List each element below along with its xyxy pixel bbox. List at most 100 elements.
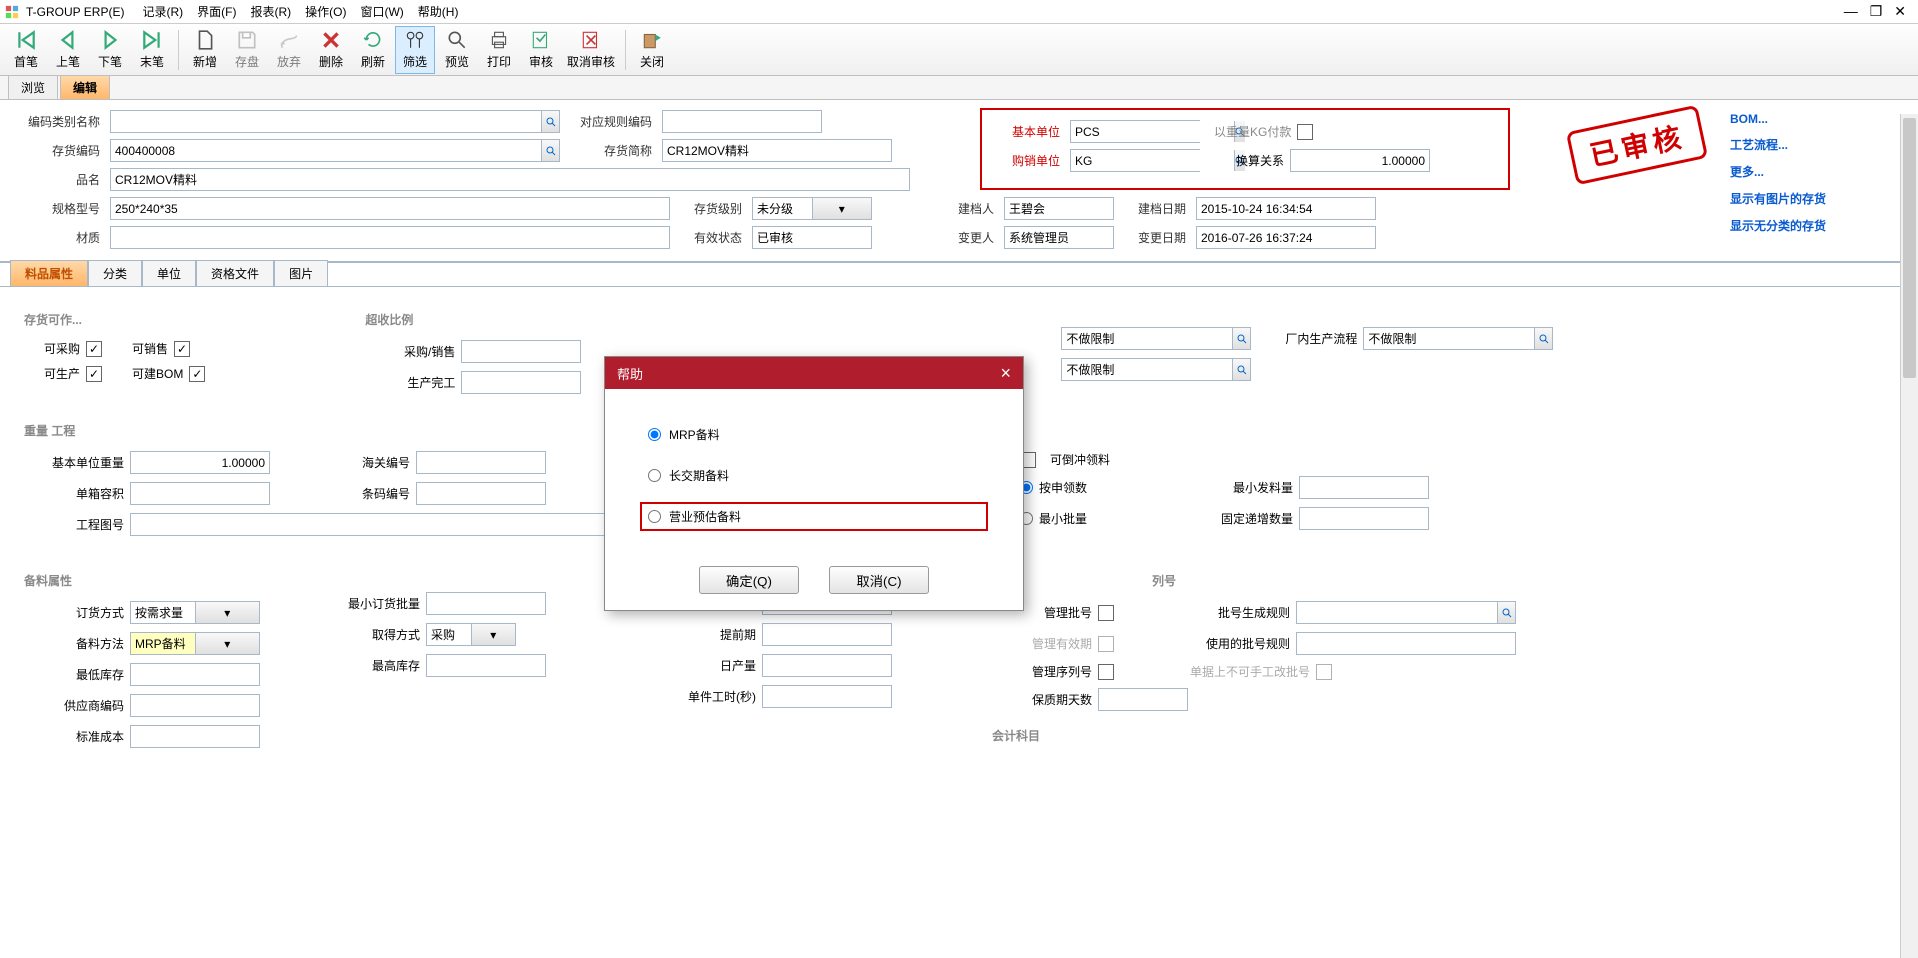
lookup-icon[interactable] [541, 140, 559, 161]
radio-sales-forecast[interactable] [648, 510, 661, 523]
manage-serial-checkbox[interactable] [1098, 664, 1114, 680]
lookup-icon[interactable] [1497, 602, 1515, 623]
code-category-label: 编码类别名称 [14, 113, 104, 130]
tool-first[interactable]: 首笔 [6, 26, 46, 74]
code-category-input[interactable] [110, 110, 560, 133]
tool-discard[interactable]: 放弃 [269, 26, 309, 74]
used-batch-rule-input[interactable] [1296, 632, 1516, 655]
radio-mrp[interactable] [648, 428, 661, 441]
unit-time-input[interactable] [762, 685, 892, 708]
lookup-icon[interactable] [541, 111, 559, 132]
convert-input[interactable] [1290, 149, 1430, 172]
link-more[interactable]: 更多... [1730, 163, 1826, 180]
limit2-input[interactable] [1061, 358, 1251, 381]
fixed-incr-input[interactable] [1299, 507, 1429, 530]
supplier-code-input[interactable] [130, 694, 260, 717]
pay-by-weight-checkbox[interactable] [1297, 124, 1313, 140]
tool-unapprove[interactable]: 取消审核 [563, 26, 619, 74]
link-no-category[interactable]: 显示无分类的存货 [1730, 217, 1826, 234]
min-stock-input[interactable] [130, 663, 260, 686]
menu-window[interactable]: 窗口(W) [354, 1, 409, 22]
no-manual-batch-checkbox[interactable] [1316, 664, 1332, 680]
tool-print[interactable]: 打印 [479, 26, 519, 74]
link-bom[interactable]: BOM... [1730, 112, 1826, 126]
detail-tab-unit[interactable]: 单位 [142, 260, 196, 286]
detail-tab-category[interactable]: 分类 [88, 260, 142, 286]
lookup-icon[interactable] [1232, 328, 1250, 349]
stock-method-select[interactable]: MRP备料▾ [130, 632, 260, 655]
menu-help[interactable]: 帮助(H) [412, 1, 465, 22]
close-window-icon[interactable]: ✕ [1894, 3, 1906, 20]
limit1-input[interactable] [1061, 327, 1251, 350]
acquire-select[interactable]: 采购▾ [426, 623, 516, 646]
lead-time-input[interactable] [762, 623, 892, 646]
manage-validity-checkbox[interactable] [1098, 636, 1114, 652]
tool-save[interactable]: 存盘 [227, 26, 267, 74]
can-bom-checkbox[interactable] [189, 366, 205, 382]
vertical-scrollbar[interactable] [1900, 114, 1918, 958]
tool-prev[interactable]: 上笔 [48, 26, 88, 74]
lookup-icon[interactable] [1232, 359, 1250, 380]
dropdown-icon: ▾ [812, 198, 872, 219]
scrollbar-thumb[interactable] [1903, 118, 1916, 378]
base-unit-input[interactable] [1070, 120, 1200, 143]
material-input[interactable] [110, 226, 670, 249]
modal-cancel-button[interactable]: 取消(C) [829, 566, 929, 594]
tool-refresh[interactable]: 刷新 [353, 26, 393, 74]
customs-input[interactable] [416, 451, 546, 474]
rule-code-input[interactable] [662, 110, 822, 133]
shelf-days-input[interactable] [1098, 688, 1188, 711]
menu-record[interactable]: 记录(R) [136, 1, 189, 22]
modal-option-mrp[interactable]: MRP备料 [648, 426, 980, 443]
can-produce-checkbox[interactable] [86, 366, 102, 382]
can-sell-checkbox[interactable] [174, 341, 190, 357]
restore-icon[interactable]: ❐ [1870, 3, 1883, 20]
modal-ok-button[interactable]: 确定(Q) [699, 566, 799, 594]
tool-next[interactable]: 下笔 [90, 26, 130, 74]
detail-tab-image[interactable]: 图片 [274, 260, 328, 286]
min-issue-input[interactable] [1299, 476, 1429, 499]
tool-delete[interactable]: 删除 [311, 26, 351, 74]
box-cap-input[interactable] [130, 482, 270, 505]
tool-close[interactable]: 关闭 [632, 26, 672, 74]
max-stock-input[interactable] [426, 654, 546, 677]
tool-new[interactable]: 新增 [185, 26, 225, 74]
manage-batch-checkbox[interactable] [1098, 605, 1114, 621]
order-method-select[interactable]: 按需求量▾ [130, 601, 260, 624]
menu-interface[interactable]: 界面(F) [191, 1, 242, 22]
modal-option-long-lead[interactable]: 长交期备料 [648, 467, 980, 484]
over-purchase-input[interactable] [461, 340, 581, 363]
factory-flow-input[interactable] [1363, 327, 1553, 350]
batch-rule-input[interactable] [1296, 601, 1516, 624]
menu-report[interactable]: 报表(R) [244, 1, 297, 22]
base-weight-input[interactable] [130, 451, 270, 474]
lookup-icon[interactable] [1534, 328, 1552, 349]
sale-unit-input[interactable] [1070, 149, 1200, 172]
tool-last[interactable]: 末笔 [132, 26, 172, 74]
link-with-image[interactable]: 显示有图片的存货 [1730, 190, 1826, 207]
can-purchase-checkbox[interactable] [86, 341, 102, 357]
name-input[interactable] [110, 168, 910, 191]
over-complete-input[interactable] [461, 371, 581, 394]
menu-operation[interactable]: 操作(O) [299, 1, 352, 22]
modal-option-sales-forecast[interactable]: 营业预估备料 [640, 502, 988, 531]
std-cost-input[interactable] [130, 725, 260, 748]
minimize-icon[interactable]: — [1844, 3, 1858, 20]
barcode-input[interactable] [416, 482, 546, 505]
detail-tab-item-attr[interactable]: 料品属性 [10, 260, 88, 286]
spec-input[interactable] [110, 197, 670, 220]
tool-preview[interactable]: 预览 [437, 26, 477, 74]
stock-level-select[interactable]: 未分级▾ [752, 197, 872, 220]
min-order-input[interactable] [426, 592, 546, 615]
stock-code-input[interactable] [110, 139, 560, 162]
link-process[interactable]: 工艺流程... [1730, 136, 1826, 153]
radio-long-lead[interactable] [648, 469, 661, 482]
daily-output-input[interactable] [762, 654, 892, 677]
page-tab-edit[interactable]: 编辑 [60, 75, 110, 99]
detail-tab-qualification[interactable]: 资格文件 [196, 260, 274, 286]
tool-approve[interactable]: 审核 [521, 26, 561, 74]
modal-close-icon[interactable]: × [1000, 363, 1011, 384]
page-tab-browse[interactable]: 浏览 [8, 75, 58, 99]
stock-short-input[interactable] [662, 139, 892, 162]
tool-filter[interactable]: 筛选 [395, 26, 435, 74]
